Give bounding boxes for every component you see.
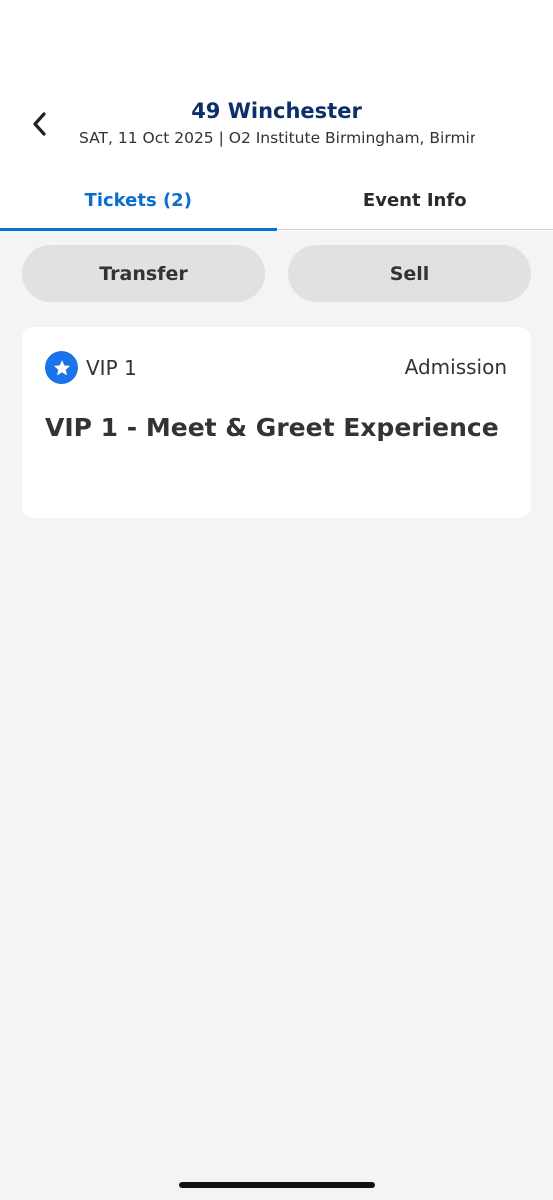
transfer-button[interactable]: Transfer	[22, 245, 265, 302]
home-indicator	[179, 1182, 375, 1188]
tab-tickets[interactable]: Tickets (2)	[0, 170, 277, 231]
ticket-type-label: VIP 1	[86, 355, 137, 380]
admission-label: Admission	[404, 355, 507, 379]
event-subtitle: SAT, 11 Oct 2025 | O2 Institute Birmingh…	[79, 129, 475, 147]
event-title: 49 Winchester	[191, 99, 362, 123]
tab-bar: Tickets (2) Event Info	[0, 170, 553, 231]
active-tab-indicator	[0, 228, 277, 231]
tab-event-info[interactable]: Event Info	[277, 170, 553, 231]
ticket-type: VIP 1	[45, 351, 137, 384]
sell-button[interactable]: Sell	[288, 245, 531, 302]
ticket-name: VIP 1 - Meet & Greet Experience	[45, 413, 499, 442]
star-icon	[45, 351, 78, 384]
event-header: 49 Winchester SAT, 11 Oct 2025 | O2 Inst…	[0, 0, 553, 231]
ticket-card[interactable]: VIP 1 Admission VIP 1 - Meet & Greet Exp…	[22, 327, 531, 518]
